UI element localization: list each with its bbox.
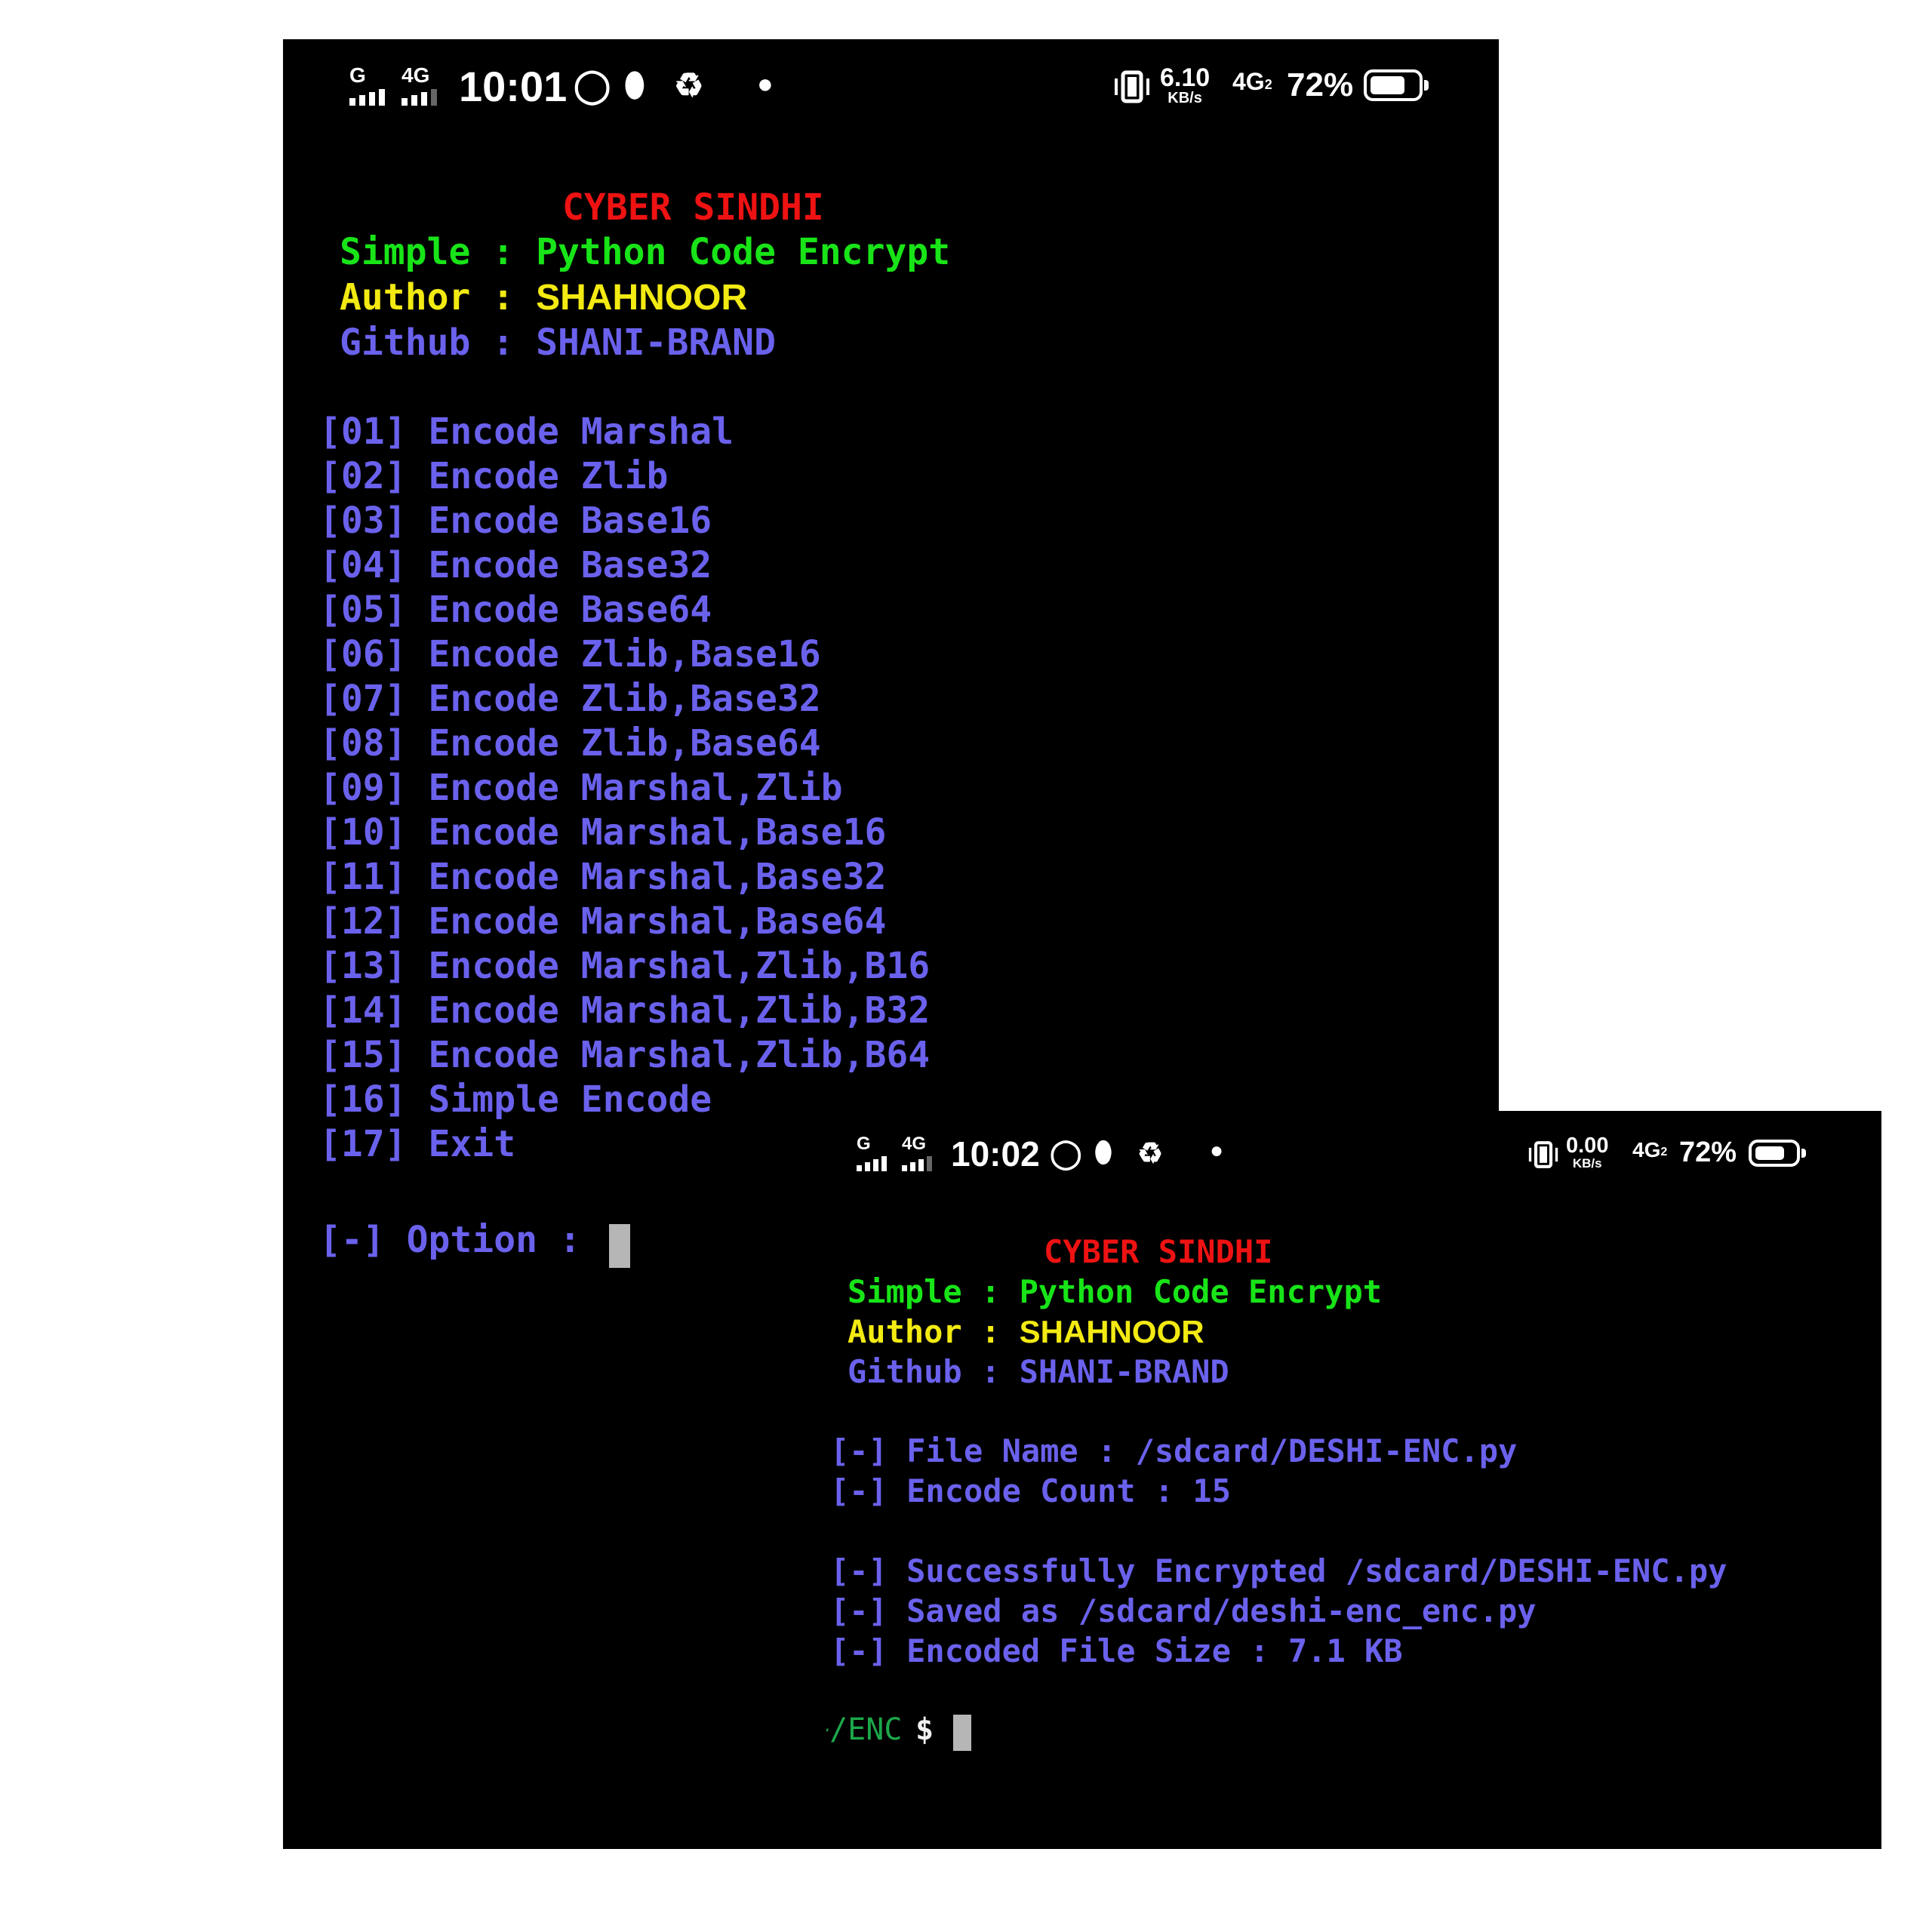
- menu-item: [11] Encode Marshal,Base32: [319, 856, 887, 898]
- network-speed: 0.00 KB/s: [1566, 1134, 1609, 1171]
- banner-author-line: Author : SHAHNOOR: [848, 1313, 1204, 1350]
- menu-item: [16] Simple Encode: [319, 1078, 712, 1121]
- output-file-name: [-] File Name : /sdcard/DESHI-ENC.py: [830, 1432, 1518, 1469]
- menu-item: [10] Encode Marshal,Base16: [319, 811, 887, 854]
- banner-github-line: Github : SHANI-BRAND: [848, 1353, 1229, 1390]
- recycle-icon: ♻: [1137, 1138, 1164, 1170]
- menu-item: [09] Encode Marshal,Zlib: [319, 767, 843, 809]
- menu-item: [07] Encode Zlib,Base32: [319, 678, 821, 720]
- menu-item: [12] Encode Marshal,Base64: [319, 900, 887, 943]
- menu-item: [15] Encode Marshal,Zlib,B64: [319, 1034, 931, 1076]
- banner-github-line: Github : SHANI-BRAND: [340, 321, 776, 364]
- menu-item: [03] Encode Base16: [319, 500, 712, 542]
- menu-item: [08] Encode Zlib,Base64: [319, 722, 821, 764]
- vibrate-icon: [1524, 1140, 1562, 1170]
- banner-title: CYBER SINDHI: [1044, 1233, 1273, 1270]
- author-key: Author :: [340, 276, 537, 318]
- output-saved-as: [-] Saved as /sdcard/deshi-enc_enc.py: [830, 1592, 1537, 1629]
- menu-item: [05] Encode Base64: [319, 589, 712, 631]
- menu-item: [14] Encode Marshal,Zlib,B32: [319, 989, 931, 1032]
- banner-title: CYBER SINDHI: [562, 186, 824, 229]
- terminal-screen-2: G 4G 10:02 ◯ ⬮ ♻ ● 0.00 KB/s 4G 2 72% CY…: [826, 1111, 1881, 1849]
- whatsapp-icon: ◯: [1050, 1138, 1082, 1170]
- option-prompt: [-] Option :: [319, 1219, 603, 1261]
- more-notifications-dot: ●: [757, 68, 774, 99]
- network-type-icon: 4G 2: [1232, 68, 1272, 95]
- more-notifications-dot: ●: [1210, 1138, 1224, 1163]
- author-value: SHAHNOOR: [536, 278, 748, 318]
- battery-icon: [1364, 69, 1429, 101]
- menu-item: [06] Encode Zlib,Base16: [319, 633, 821, 675]
- leaf-icon: ⬮: [1094, 1137, 1112, 1168]
- signal-strength-icon: G: [857, 1134, 894, 1171]
- signal-4g-icon: 4G: [401, 63, 445, 106]
- output-encode-count: [-] Encode Count : 15: [830, 1472, 1232, 1509]
- whatsapp-icon: ◯: [574, 67, 611, 104]
- terminal-cursor[interactable]: [609, 1224, 630, 1268]
- banner-simple-line: Simple : Python Code Encrypt: [848, 1273, 1383, 1310]
- network-speed: 6.10 KB/s: [1160, 63, 1211, 106]
- clock: 10:01: [459, 63, 568, 110]
- author-key: Author :: [848, 1313, 1020, 1350]
- recycle-icon: ♻: [674, 67, 704, 104]
- vibrate-icon: [1109, 69, 1155, 104]
- battery-percent: 72%: [1679, 1137, 1737, 1168]
- leaf-icon: ⬮: [624, 66, 645, 103]
- shell-prompt: $: [915, 1712, 934, 1747]
- battery-icon: [1749, 1140, 1806, 1167]
- menu-item: [13] Encode Marshal,Zlib,B16: [319, 945, 931, 987]
- signal-strength-icon: G: [349, 63, 393, 106]
- menu-item: [02] Encode Zlib: [319, 455, 669, 497]
- banner-simple-line: Simple : Python Code Encrypt: [340, 231, 951, 273]
- shell-path: ~/ENC: [826, 1712, 903, 1747]
- menu-item: [01] Encode Marshal: [319, 411, 734, 453]
- menu-item: [17] Exit: [319, 1123, 516, 1165]
- clock: 10:02: [951, 1134, 1040, 1174]
- menu-item: [04] Encode Base32: [319, 544, 712, 586]
- battery-percent: 72%: [1287, 66, 1354, 103]
- terminal-cursor[interactable]: [953, 1715, 971, 1751]
- author-value: SHAHNOOR: [1019, 1314, 1204, 1349]
- banner-author-line: Author : SHAHNOOR: [340, 276, 747, 318]
- network-type-icon: 4G 2: [1632, 1138, 1668, 1161]
- output-success: [-] Successfully Encrypted /sdcard/DESHI…: [830, 1552, 1727, 1589]
- output-file-size: [-] Encoded File Size : 7.1 KB: [830, 1632, 1403, 1669]
- signal-4g-icon: 4G: [902, 1134, 940, 1171]
